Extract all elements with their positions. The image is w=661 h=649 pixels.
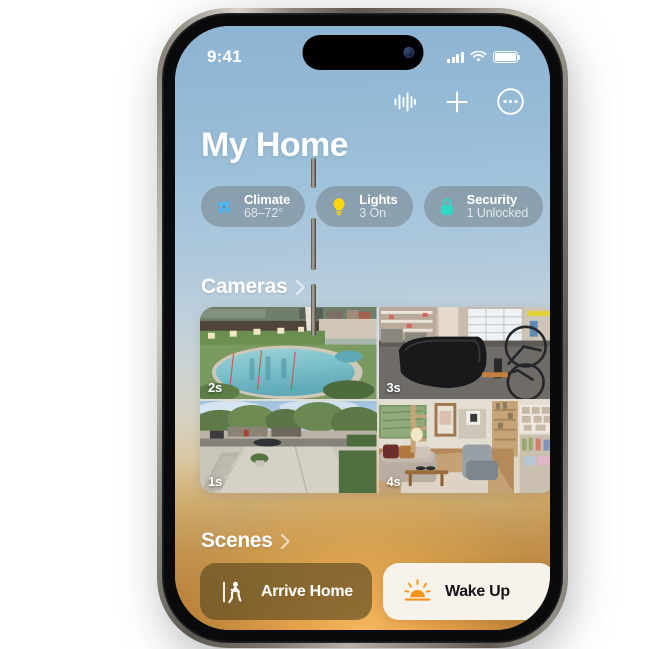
- device-bezel: 9:41: [162, 13, 563, 643]
- pill-title: Climate: [244, 193, 290, 207]
- camera-timestamp: 3s: [387, 380, 401, 395]
- scene-button-wake-up[interactable]: Wake Up: [383, 563, 550, 620]
- siri-waveform-icon[interactable]: [393, 91, 417, 113]
- volume-up-button[interactable]: [311, 218, 316, 270]
- section-header-scenes[interactable]: Scenes: [201, 529, 291, 553]
- section-title: Cameras: [201, 275, 287, 299]
- signal-bars-icon: [447, 52, 464, 63]
- scene-button-arrive-home[interactable]: Arrive Home: [200, 563, 372, 620]
- pill-subtitle: 1 Unlocked: [467, 207, 529, 221]
- pill-title: Security: [467, 193, 529, 207]
- camera-tile-garage[interactable]: 3s: [379, 307, 551, 399]
- status-bar-clock: 9:41: [207, 39, 242, 67]
- section-title: Scenes: [201, 529, 272, 553]
- wifi-icon: [470, 51, 487, 63]
- lock-icon: [436, 196, 458, 218]
- iphone-device-frame: 9:41: [157, 8, 568, 648]
- front-camera-lens-icon: [403, 47, 414, 58]
- pill-title: Lights: [359, 193, 397, 207]
- camera-tile-living-room[interactable]: 4s: [379, 401, 551, 493]
- fan-icon: [213, 196, 235, 218]
- chevron-right-icon: [295, 279, 306, 296]
- scene-label: Arrive Home: [261, 583, 353, 601]
- status-pill-security[interactable]: Security 1 Unlocked: [424, 186, 544, 227]
- action-button[interactable]: [311, 158, 316, 188]
- status-pill-row: Climate 68–72° Lights 3 On: [201, 186, 550, 227]
- dynamic-island[interactable]: [302, 35, 423, 70]
- lightbulb-icon: [328, 196, 350, 218]
- scene-row: Arrive Home: [200, 563, 550, 620]
- phone-screen: 9:41: [175, 26, 550, 630]
- pill-subtitle: 3 On: [359, 207, 397, 221]
- camera-timestamp: 2s: [208, 380, 222, 395]
- scene-label: Wake Up: [445, 583, 510, 601]
- camera-timestamp: 4s: [387, 474, 401, 489]
- page-title: My Home: [201, 126, 348, 165]
- home-toolbar: [393, 88, 524, 115]
- sunrise-icon: [404, 579, 431, 604]
- camera-tile-pool[interactable]: 2s: [200, 307, 377, 399]
- battery-full-icon: [493, 51, 518, 63]
- plus-icon[interactable]: [445, 90, 469, 114]
- camera-tile-driveway[interactable]: 1s: [200, 401, 377, 493]
- camera-timestamp: 1s: [208, 474, 222, 489]
- camera-grid: 2s: [200, 307, 550, 493]
- section-header-cameras[interactable]: Cameras: [201, 275, 306, 299]
- volume-down-button[interactable]: [311, 284, 316, 336]
- chevron-right-icon: [280, 533, 291, 550]
- status-pill-climate[interactable]: Climate 68–72°: [201, 186, 305, 227]
- status-pill-lights[interactable]: Lights 3 On: [316, 186, 412, 227]
- walking-person-door-icon: [221, 579, 247, 605]
- more-ellipsis-icon[interactable]: [497, 88, 524, 115]
- pill-subtitle: 68–72°: [244, 207, 290, 221]
